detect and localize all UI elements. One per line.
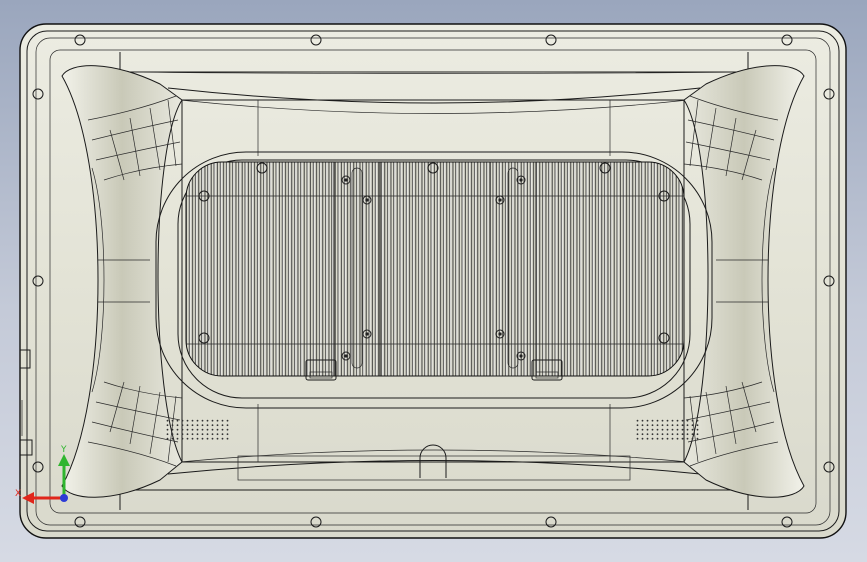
x-axis-label: X [15, 489, 21, 499]
cad-viewport[interactable]: Y X [0, 0, 867, 562]
y-axis-label: Y [60, 445, 67, 455]
triad-labels: Y X [15, 445, 67, 499]
